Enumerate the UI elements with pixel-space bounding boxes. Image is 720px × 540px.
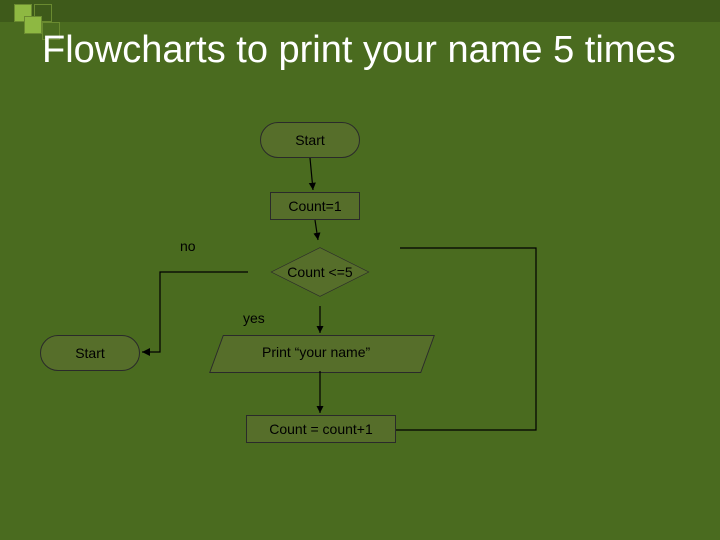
top-bar [0,0,720,22]
yes-label: yes [243,310,265,326]
start-node: Start [260,122,360,158]
decision-node: Count <=5 [240,237,400,307]
start-label: Start [295,132,325,148]
decision-label: Count <=5 [240,264,400,280]
no-label: no [180,238,196,254]
decoration-square [24,16,42,34]
increment-process: Count = count+1 [246,415,396,443]
end-label: Start [75,345,105,361]
print-label: Print “your name” [262,344,370,360]
init-label: Count=1 [288,198,341,214]
init-process: Count=1 [270,192,360,220]
increment-label: Count = count+1 [269,421,373,437]
end-node: Start [40,335,140,371]
slide-title: Flowcharts to print your name 5 times [42,28,676,72]
